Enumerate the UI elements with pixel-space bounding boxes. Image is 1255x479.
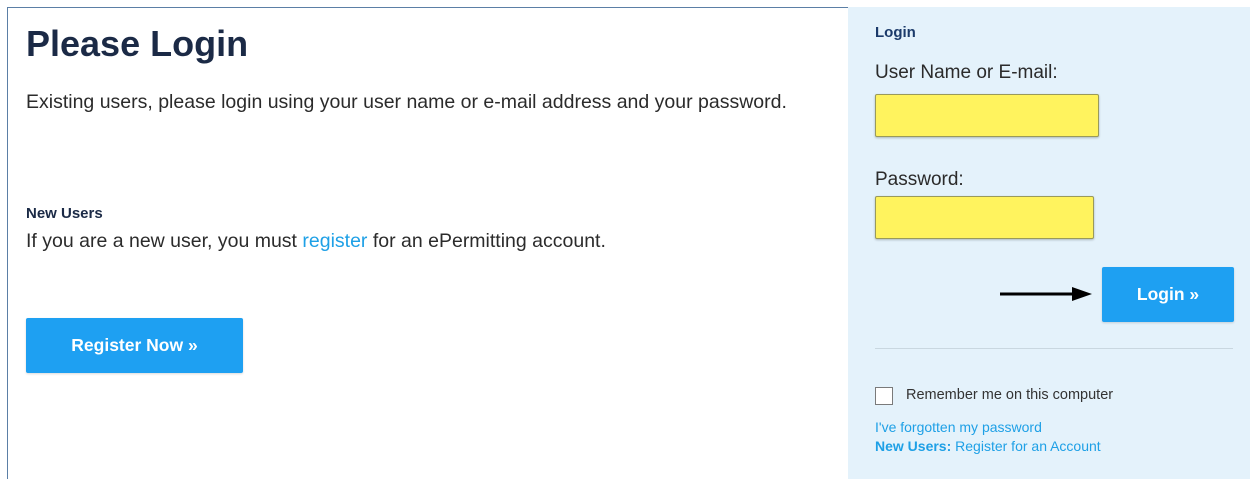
page-title: Please Login	[26, 23, 249, 64]
new-users-text: If you are a new user, you must register…	[26, 230, 606, 253]
remember-me-checkbox[interactable]	[875, 387, 893, 405]
login-sidebar: Login User Name or E-mail: Password: Log…	[848, 7, 1250, 479]
arrow-right-icon	[1000, 287, 1092, 301]
username-input[interactable]	[875, 94, 1099, 137]
register-link[interactable]: register	[302, 230, 367, 252]
register-account-line: New Users: Register for an Account	[875, 438, 1101, 454]
new-users-text-after: for an ePermitting account.	[367, 230, 606, 252]
intro-text: Existing users, please login using your …	[26, 91, 787, 113]
divider	[875, 348, 1233, 349]
register-now-button[interactable]: Register Now »	[26, 318, 243, 373]
main-content: Please Login Existing users, please logi…	[26, 22, 816, 373]
register-account-link[interactable]: Register for an Account	[951, 438, 1101, 454]
remember-me-label: Remember me on this computer	[906, 387, 1114, 403]
new-users-text-before: If you are a new user, you must	[26, 230, 303, 252]
register-account-prefix: New Users:	[875, 438, 952, 454]
password-input[interactable]	[875, 196, 1094, 239]
password-label: Password:	[875, 169, 964, 190]
forgot-password-link[interactable]: I've forgotten my password	[875, 419, 1042, 435]
login-button[interactable]: Login »	[1102, 267, 1234, 322]
username-label: User Name or E-mail:	[875, 62, 1058, 83]
login-heading: Login	[875, 24, 916, 41]
new-users-heading: New Users	[26, 205, 103, 222]
